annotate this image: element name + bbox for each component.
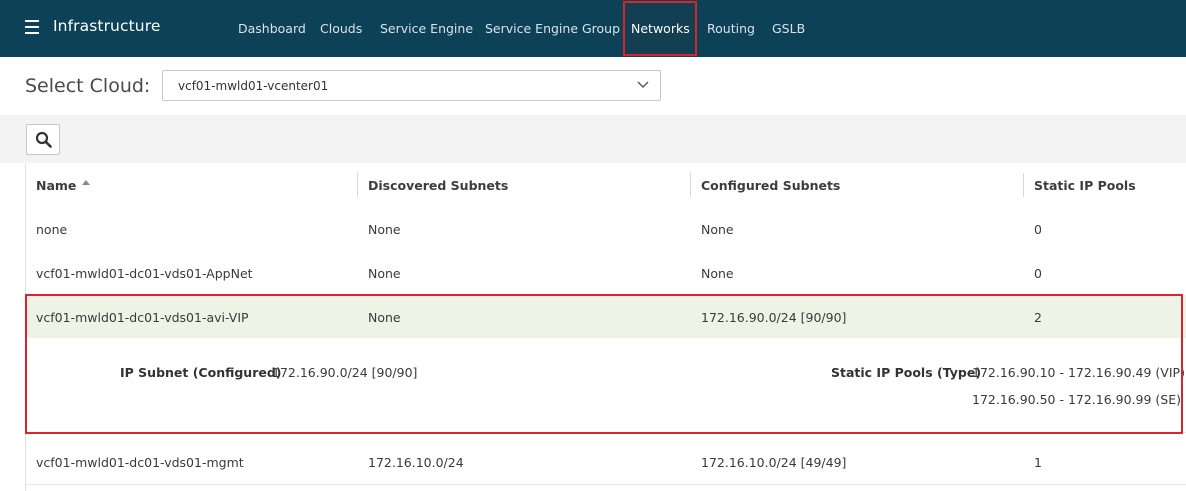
table-row-selected[interactable]: vcf01-mwld01-dc01-vds01-avi-VIP None 172… xyxy=(26,295,1186,340)
static-ip-pools-label: Static IP Pools (Type) xyxy=(831,365,982,380)
nav-gslb[interactable]: GSLB xyxy=(772,21,805,36)
table-row[interactable]: vcf01-mwld01-dc01-vds01-mgmt 172.16.10.0… xyxy=(26,440,1186,485)
sort-ascending-icon[interactable] xyxy=(82,180,90,185)
select-cloud-label: Select Cloud: xyxy=(25,75,151,97)
nav-service-engine[interactable]: Service Engine xyxy=(380,21,473,36)
cell-configured-subnets: 172.16.10.0/24 [49/49] xyxy=(701,455,847,470)
static-ip-pool-vip: 172.16.90.10 - 172.16.90.49 (VIP) xyxy=(972,365,1185,380)
col-header-discovered-subnets[interactable]: Discovered Subnets xyxy=(368,178,508,193)
search-button[interactable] xyxy=(26,124,60,155)
nav-networks[interactable]: Networks xyxy=(631,21,690,36)
cell-discovered-subnets: None xyxy=(368,310,401,325)
cell-name: vcf01-mwld01-dc01-vds01-mgmt xyxy=(36,455,244,470)
cell-static-ip-pools: 1 xyxy=(1034,455,1042,470)
search-icon xyxy=(35,131,52,148)
top-nav-bar: Infrastructure Dashboard Clouds Service … xyxy=(0,0,1186,57)
table-toolbar xyxy=(0,115,1186,163)
nav-service-engine-group[interactable]: Service Engine Group xyxy=(485,21,620,36)
static-ip-pool-se: 172.16.90.50 - 172.16.90.99 (SE) xyxy=(972,392,1182,407)
cell-name: vcf01-mwld01-dc01-vds01-AppNet xyxy=(36,266,253,281)
networks-table: Name Discovered Subnets Configured Subne… xyxy=(25,163,1186,491)
cell-static-ip-pools: 2 xyxy=(1034,310,1042,325)
ip-subnet-label: IP Subnet (Configured) xyxy=(120,365,282,380)
table-row[interactable]: vcf01-mwld01-dc01-vds01-AppNet None None… xyxy=(26,251,1186,296)
row-expanded-details: IP Subnet (Configured) 172.16.90.0/24 [9… xyxy=(26,338,1186,433)
column-divider[interactable] xyxy=(357,173,358,197)
cell-discovered-subnets: None xyxy=(368,266,401,281)
cloud-select-dropdown[interactable]: vcf01-mwld01-vcenter01 xyxy=(162,70,661,101)
cell-configured-subnets: None xyxy=(701,266,734,281)
col-header-name[interactable]: Name xyxy=(36,178,76,193)
table-row[interactable]: none None None 0 xyxy=(26,207,1186,252)
cell-name: none xyxy=(36,222,68,237)
nav-dashboard[interactable]: Dashboard xyxy=(238,21,306,36)
app-title: Infrastructure xyxy=(53,17,161,35)
cell-configured-subnets: None xyxy=(701,222,734,237)
cell-discovered-subnets: 172.16.10.0/24 xyxy=(368,455,464,470)
nav-clouds[interactable]: Clouds xyxy=(320,21,362,36)
col-header-configured-subnets[interactable]: Configured Subnets xyxy=(701,178,840,193)
cell-configured-subnets: 172.16.90.0/24 [90/90] xyxy=(701,310,847,325)
cell-static-ip-pools: 0 xyxy=(1034,222,1042,237)
cell-static-ip-pools: 0 xyxy=(1034,266,1042,281)
cell-name: vcf01-mwld01-dc01-vds01-avi-VIP xyxy=(36,310,249,325)
col-header-static-ip-pools[interactable]: Static IP Pools xyxy=(1034,178,1136,193)
cloud-select-value: vcf01-mwld01-vcenter01 xyxy=(178,79,329,93)
column-divider[interactable] xyxy=(1023,173,1024,197)
chevron-down-icon xyxy=(637,81,649,88)
menu-icon[interactable] xyxy=(25,20,39,34)
nav-routing[interactable]: Routing xyxy=(707,21,755,36)
table-header: Name Discovered Subnets Configured Subne… xyxy=(26,163,1186,208)
ip-subnet-value: 172.16.90.0/24 [90/90] xyxy=(272,365,418,380)
column-divider[interactable] xyxy=(690,173,691,197)
cell-discovered-subnets: None xyxy=(368,222,401,237)
